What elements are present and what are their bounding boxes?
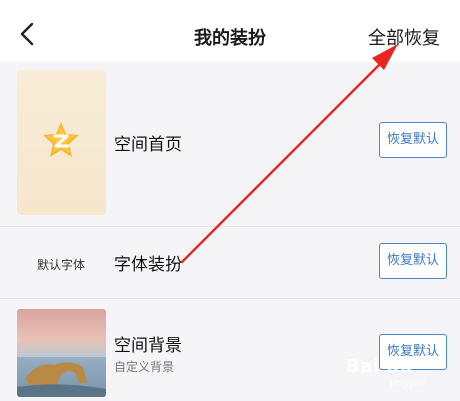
list-item-font: 默认字体 字体装扮 恢复默认 [0,226,460,298]
font-decoration-label: 字体装扮 [114,255,182,275]
restore-all-button[interactable]: 全部恢复 [368,24,440,50]
restore-default-button-space-home[interactable]: 恢复默认 [379,122,447,158]
decoration-list: 空间首页 恢复默认 默认字体 字体装扮 恢复默认 空间背景 自定义背景 恢复默认 [0,62,460,401]
space-background-label: 空间背景 [114,336,182,356]
baidu-watermark: Bai du [346,356,414,377]
space-home-label: 空间首页 [114,135,182,155]
baidu-watermark-sub: jingyan [390,378,427,389]
qzone-star-icon [43,122,79,157]
custom-background-subtitle: 自定义背景 [114,360,175,374]
restore-default-button-font[interactable]: 恢复默认 [379,243,447,279]
list-item-space-home: 空间首页 恢复默认 [0,62,460,226]
top-bar: 我的装扮 全部恢复 [0,0,460,62]
space-background-thumbnail [17,309,106,397]
space-home-thumbnail [17,70,106,215]
default-font-preview: 默认字体 [37,258,86,272]
